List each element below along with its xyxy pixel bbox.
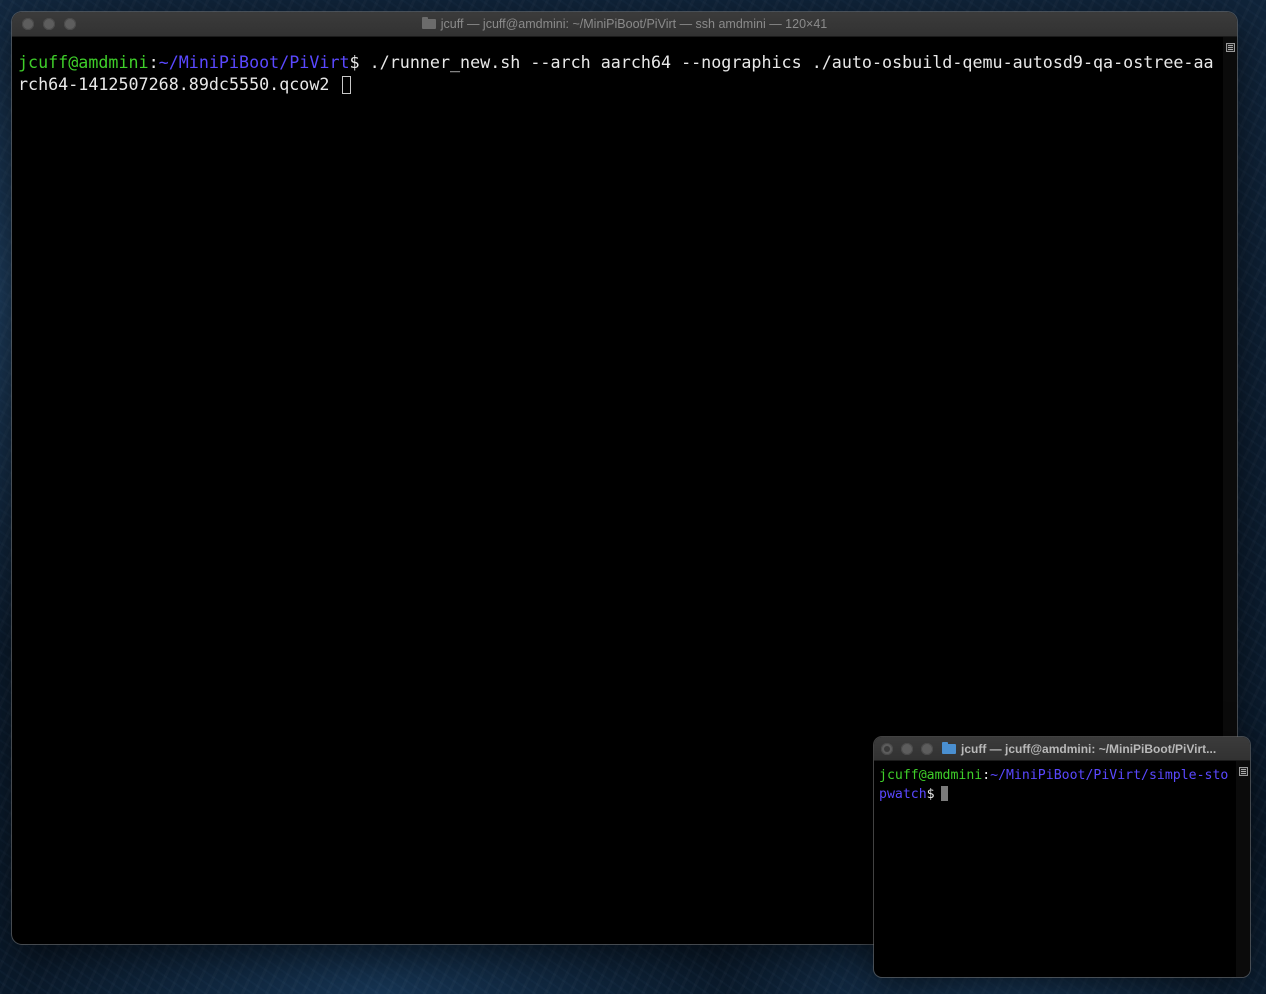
zoom-button[interactable] [921,743,933,755]
main-window-controls [22,18,76,30]
minimize-button[interactable] [901,743,913,755]
secondary-window-titlebar[interactable]: jcuff — jcuff@amdmini: ~/MiniPiBoot/PiVi… [874,737,1250,761]
main-window-title: jcuff — jcuff@amdmini: ~/MiniPiBoot/PiVi… [440,17,828,31]
prompt-user: jcuff@amdmini [18,52,149,72]
secondary-window-controls [881,743,933,755]
close-button[interactable] [881,743,893,755]
prompt-separator: : [148,52,159,72]
scrollbar[interactable] [1236,761,1250,977]
prompt-symbol: $ [926,787,935,802]
close-button[interactable] [22,18,34,30]
secondary-terminal-window[interactable]: jcuff — jcuff@amdmini: ~/MiniPiBoot/PiVi… [874,737,1250,977]
text-cursor [341,76,351,94]
folder-icon [421,17,436,29]
secondary-window-title: jcuff — jcuff@amdmini: ~/MiniPiBoot/PiVi… [961,741,1217,756]
main-window-titlebar[interactable]: jcuff — jcuff@amdmini: ~/MiniPiBoot/PiVi… [12,12,1237,37]
split-pane-icon[interactable] [1226,43,1235,52]
prompt-path: ~/MiniPiBoot/PiVirt [158,52,350,72]
prompt-separator: : [982,768,991,783]
split-pane-icon[interactable] [1239,767,1248,776]
main-window-title-wrap: jcuff — jcuff@amdmini: ~/MiniPiBoot/PiVi… [12,17,1237,31]
folder-icon [942,741,956,754]
minimize-button[interactable] [43,18,55,30]
prompt-symbol: $ [349,52,360,72]
text-cursor [940,786,948,801]
prompt-user: jcuff@amdmini [879,768,983,783]
terminal-output[interactable]: jcuff@amdmini:~/MiniPiBoot/PiVirt/simple… [874,761,1236,977]
zoom-button[interactable] [64,18,76,30]
